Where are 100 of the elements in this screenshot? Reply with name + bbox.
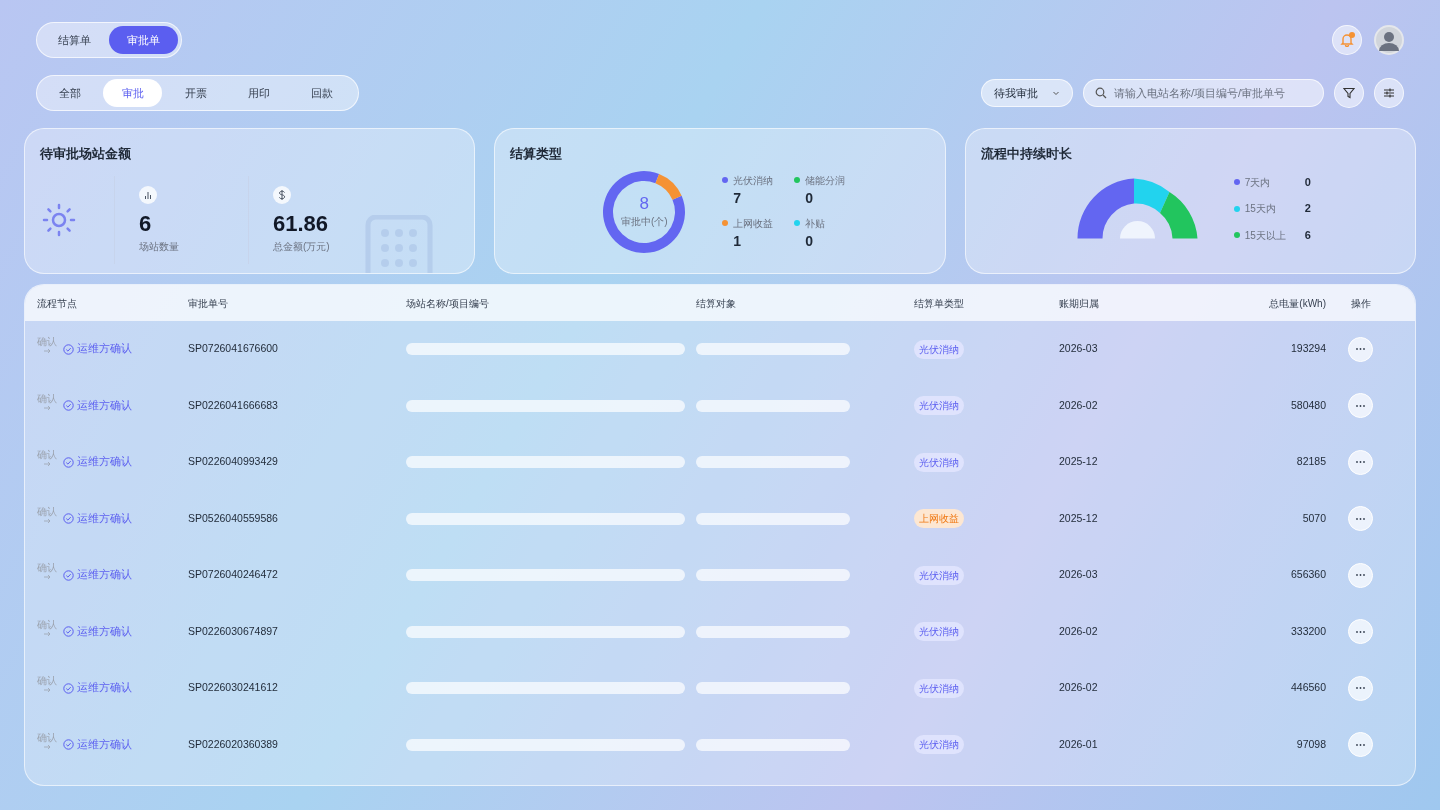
more-button[interactable]: [1348, 449, 1373, 475]
previous-node-label: 确认: [37, 675, 57, 688]
previous-node-label: 确认: [37, 392, 57, 405]
stat-value: 61.86: [273, 209, 330, 238]
type-tag: 光伏消纳: [914, 339, 964, 359]
filter-tab[interactable]: 审批: [103, 79, 162, 107]
check-circle-icon: [63, 739, 74, 751]
table-cell-text: 82185: [1295, 454, 1326, 470]
building-drawing: [364, 215, 435, 273]
type-tag: 光伏消纳: [914, 396, 964, 416]
table-cell-text: 446560: [1289, 680, 1326, 696]
more-button[interactable]: [1348, 506, 1373, 532]
tab[interactable]: 结算单: [40, 26, 109, 54]
dollar-icon: [273, 185, 291, 204]
card-title: 结算类型: [510, 146, 564, 163]
settings-button[interactable]: [1374, 78, 1404, 108]
filter-tab[interactable]: 开票: [166, 79, 225, 107]
chevron-down-icon: [1052, 89, 1060, 97]
filter-tab[interactable]: 用印: [229, 79, 288, 107]
legend-label: 15天以上: [1244, 228, 1287, 243]
arrow-icon: [43, 517, 51, 524]
more-button[interactable]: [1348, 732, 1373, 758]
card-title: 待审批场站金额: [40, 145, 132, 163]
column-header: 流程节点: [37, 296, 78, 311]
check-circle-icon: [63, 682, 74, 694]
filter-tab[interactable]: 全部: [40, 79, 99, 107]
more-icon: [1356, 404, 1365, 407]
search-field[interactable]: 请输入电站名称/项目编号/审批单号: [1083, 79, 1324, 107]
more-icon: [1356, 574, 1365, 577]
arrow-icon: [43, 630, 51, 637]
filter-icon: [1343, 87, 1355, 99]
avatar[interactable]: [1374, 25, 1404, 55]
search-icon: [1095, 87, 1107, 99]
card-title: 流程中持续时长: [980, 146, 1073, 163]
table-cell-text: 2026-01: [1059, 736, 1099, 752]
check-circle-icon: [63, 456, 74, 468]
column-header: 审批单号: [188, 296, 229, 311]
status-dropdown[interactable]: 待我审批: [981, 79, 1073, 107]
table-cell-text: 2025-12: [1059, 510, 1099, 526]
donut-center-value: 8: [639, 194, 650, 212]
filter-tab[interactable]: 回款: [292, 79, 351, 107]
legend-value: 0: [1304, 174, 1311, 190]
more-button[interactable]: [1348, 336, 1373, 362]
sun-icon: [42, 202, 76, 237]
notification-button[interactable]: [1332, 25, 1362, 55]
type-tag: 上网收益: [914, 509, 964, 529]
table-cell-text: 580480: [1289, 397, 1326, 413]
type-tag: 光伏消纳: [914, 565, 964, 585]
sliders-icon: [1383, 87, 1395, 99]
stat-value: 6: [139, 209, 153, 238]
filter-button[interactable]: [1334, 78, 1364, 108]
more-icon: [1356, 348, 1365, 351]
table-cell-text: 2025-12: [1059, 454, 1099, 470]
bell-icon: [1340, 33, 1354, 47]
check-circle-icon: [63, 569, 74, 581]
arrow-icon: [43, 348, 51, 355]
legend-label: 补贴: [805, 216, 826, 231]
legend-label: 7天内: [1244, 175, 1272, 190]
previous-node-label: 确认: [37, 562, 57, 575]
more-icon: [1356, 743, 1365, 746]
stat-label: 场站数量: [139, 239, 180, 254]
legend-value: 0: [805, 231, 815, 251]
table-cell-text: 193294: [1289, 341, 1326, 357]
more-button[interactable]: [1348, 393, 1373, 419]
arrow-icon: [43, 574, 51, 581]
table-cell-text: 656360: [1289, 567, 1326, 583]
process-node-link[interactable]: 运维方确认: [77, 680, 132, 697]
table-cell-text: 2026-03: [1059, 341, 1099, 357]
bar-chart-icon: [139, 185, 157, 204]
column-header: 操作: [1349, 296, 1372, 311]
legend-label: 15天内: [1244, 202, 1277, 216]
arrow-icon: [43, 687, 51, 694]
table-cell-text: 2026-03: [1059, 567, 1099, 583]
type-tag: 光伏消纳: [914, 452, 964, 472]
process-node-link[interactable]: 运维方确认: [77, 623, 132, 640]
table-cell-text: 333200: [1289, 623, 1326, 639]
table-cell-text: SP0226030674897: [188, 623, 279, 639]
table-cell-text: 5070: [1301, 510, 1326, 526]
column-header: 场站名称/项目编号: [406, 296, 490, 311]
more-button[interactable]: [1348, 675, 1373, 701]
more-button[interactable]: [1348, 562, 1373, 588]
legend-value: 7: [733, 188, 743, 208]
donut-center-label: 审批中(个): [621, 214, 668, 229]
legend-value: 6: [1304, 227, 1311, 243]
tab[interactable]: 审批单: [109, 26, 178, 54]
legend-label: 储能分润: [805, 173, 846, 188]
process-node-link[interactable]: 运维方确认: [77, 341, 132, 358]
table-cell-text: SP0226041666683: [188, 397, 279, 413]
table-cell-text: 2026-02: [1059, 680, 1099, 696]
process-node-link[interactable]: 运维方确认: [77, 567, 132, 584]
process-node-link[interactable]: 运维方确认: [77, 510, 132, 527]
process-node-link[interactable]: 运维方确认: [77, 454, 132, 471]
check-circle-icon: [63, 400, 74, 412]
process-node-link[interactable]: 运维方确认: [77, 736, 132, 753]
table-cell-text: SP0226020360389: [188, 736, 279, 752]
type-tag: 光伏消纳: [914, 735, 964, 755]
arrow-icon: [43, 461, 51, 468]
process-node-link[interactable]: 运维方确认: [77, 397, 132, 414]
more-icon: [1356, 687, 1365, 690]
more-button[interactable]: [1348, 619, 1373, 645]
